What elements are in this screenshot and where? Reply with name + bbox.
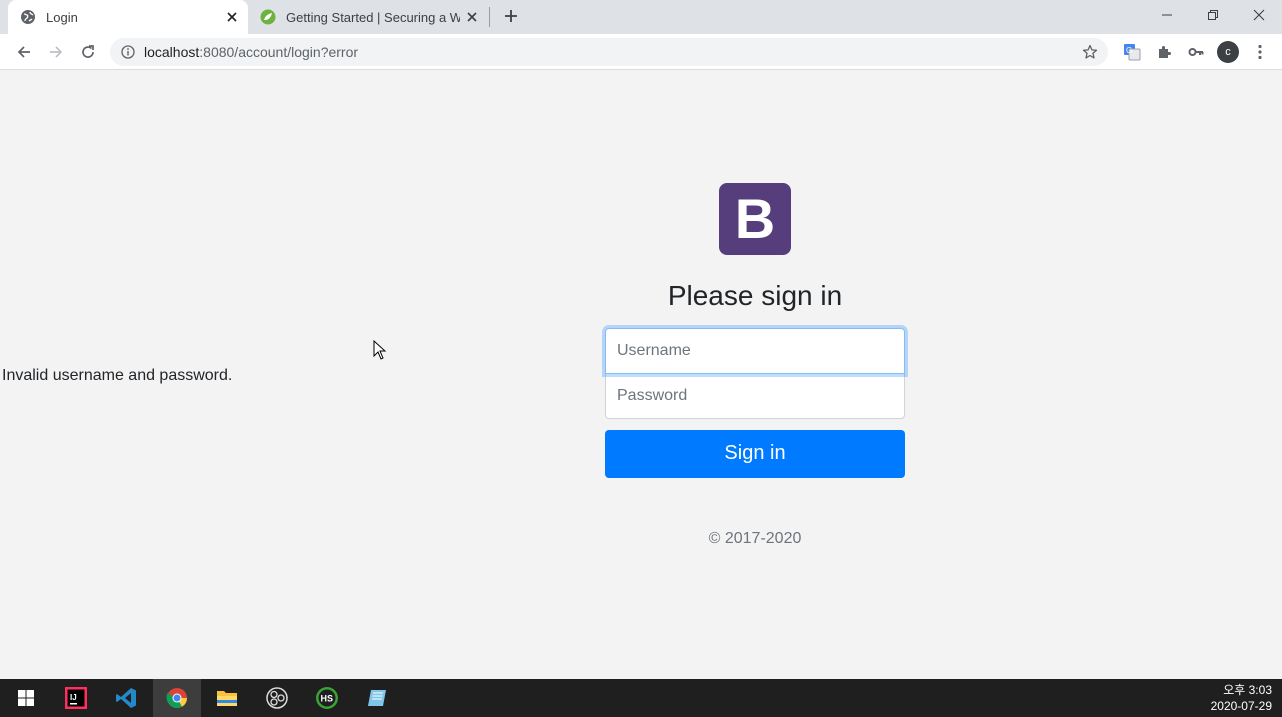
taskbar-app-intellij[interactable]: IJ xyxy=(52,679,100,717)
clock-time: 오후 3:03 xyxy=(1223,683,1272,697)
sign-in-button[interactable]: Sign in xyxy=(605,429,905,478)
extensions-puzzle-icon[interactable] xyxy=(1150,38,1178,66)
chrome-icon xyxy=(166,688,188,709)
page-title: Please sign in xyxy=(667,280,843,311)
info-icon[interactable] xyxy=(120,44,136,60)
restore-button[interactable] xyxy=(1190,0,1236,30)
svg-text:IJ: IJ xyxy=(70,693,77,702)
browser-menu-button[interactable] xyxy=(1246,38,1274,66)
error-message: Invalid username and password. xyxy=(2,367,233,384)
more-vertical-icon xyxy=(1258,44,1262,60)
tab-title: Getting Started | Securing a Web Applica… xyxy=(286,9,460,25)
taskbar-app-notepad[interactable] xyxy=(353,679,401,717)
minimize-icon xyxy=(1162,14,1172,16)
bootstrap-logo: B xyxy=(719,183,791,255)
restore-icon xyxy=(1208,10,1218,20)
spring-leaf-icon xyxy=(260,9,276,25)
back-button[interactable] xyxy=(10,38,38,66)
taskbar-app-vscode[interactable] xyxy=(102,679,150,717)
reload-button[interactable] xyxy=(74,38,102,66)
login-page: Invalid username and password. B Please … xyxy=(2,70,1282,679)
taskbar-app-chrome[interactable] xyxy=(153,679,201,717)
svg-text:HS: HS xyxy=(321,694,334,704)
vscode-icon xyxy=(116,688,136,708)
copyright-text: © 2017-2020 xyxy=(708,529,802,547)
password-input[interactable] xyxy=(605,372,905,419)
close-tab-icon[interactable] xyxy=(220,5,244,29)
url-text: localhost:8080/account/login?error xyxy=(144,44,358,60)
tab-login[interactable]: Login xyxy=(8,0,248,34)
arrow-right-icon xyxy=(50,46,63,58)
bookmark-star-icon[interactable] xyxy=(1078,40,1102,64)
key-icon[interactable] xyxy=(1182,38,1210,66)
taskbar-app-hs[interactable]: HS xyxy=(303,679,351,717)
reload-icon xyxy=(82,45,94,58)
windows-taskbar: IJ HS 오후 3:03 2020-07-29 xyxy=(0,679,1282,717)
minimize-button[interactable] xyxy=(1144,0,1190,30)
forward-button[interactable] xyxy=(42,38,70,66)
profile-initial: c xyxy=(1217,41,1239,63)
plus-icon xyxy=(505,10,517,22)
tab-divider xyxy=(489,7,490,27)
mouse-cursor-icon xyxy=(373,340,387,360)
close-window-button[interactable] xyxy=(1236,0,1282,30)
svg-text:G: G xyxy=(1126,46,1132,55)
close-tab-icon[interactable] xyxy=(460,5,484,29)
windows-start-icon xyxy=(18,690,34,706)
url-host: localhost xyxy=(144,44,200,60)
close-icon xyxy=(1253,9,1265,21)
system-clock[interactable]: 오후 3:03 2020-07-29 xyxy=(1211,682,1272,714)
browser-toolbar: localhost:8080/account/login?error G c xyxy=(0,34,1282,70)
username-input[interactable] xyxy=(605,327,905,374)
globe-icon xyxy=(20,9,36,25)
profile-avatar[interactable]: c xyxy=(1214,38,1242,66)
taskbar-app-obs[interactable] xyxy=(253,679,301,717)
obs-icon xyxy=(266,687,288,709)
tab-title: Login xyxy=(46,9,78,25)
url-path: :8080/account/login?error xyxy=(199,44,359,60)
clock-date: 2020-07-29 xyxy=(1210,699,1272,713)
browser-tab-strip: Login Getting Started | Securing a Web A… xyxy=(0,0,1282,34)
arrow-left-icon xyxy=(17,46,30,58)
taskbar-app-file-explorer[interactable] xyxy=(203,679,251,717)
intellij-icon: IJ xyxy=(65,687,87,709)
google-translate-icon[interactable]: G xyxy=(1118,38,1146,66)
notepad-icon xyxy=(368,690,386,706)
address-bar[interactable]: localhost:8080/account/login?error xyxy=(110,38,1108,66)
tab-getting-started[interactable]: Getting Started | Securing a Web Applica… xyxy=(250,0,488,34)
hs-icon: HS xyxy=(316,687,338,709)
new-tab-button[interactable] xyxy=(498,3,524,29)
signin-form: B Please sign in Sign in © 2017-2020 xyxy=(605,182,905,548)
file-explorer-icon xyxy=(217,691,237,706)
windows-start-button[interactable] xyxy=(2,679,50,717)
